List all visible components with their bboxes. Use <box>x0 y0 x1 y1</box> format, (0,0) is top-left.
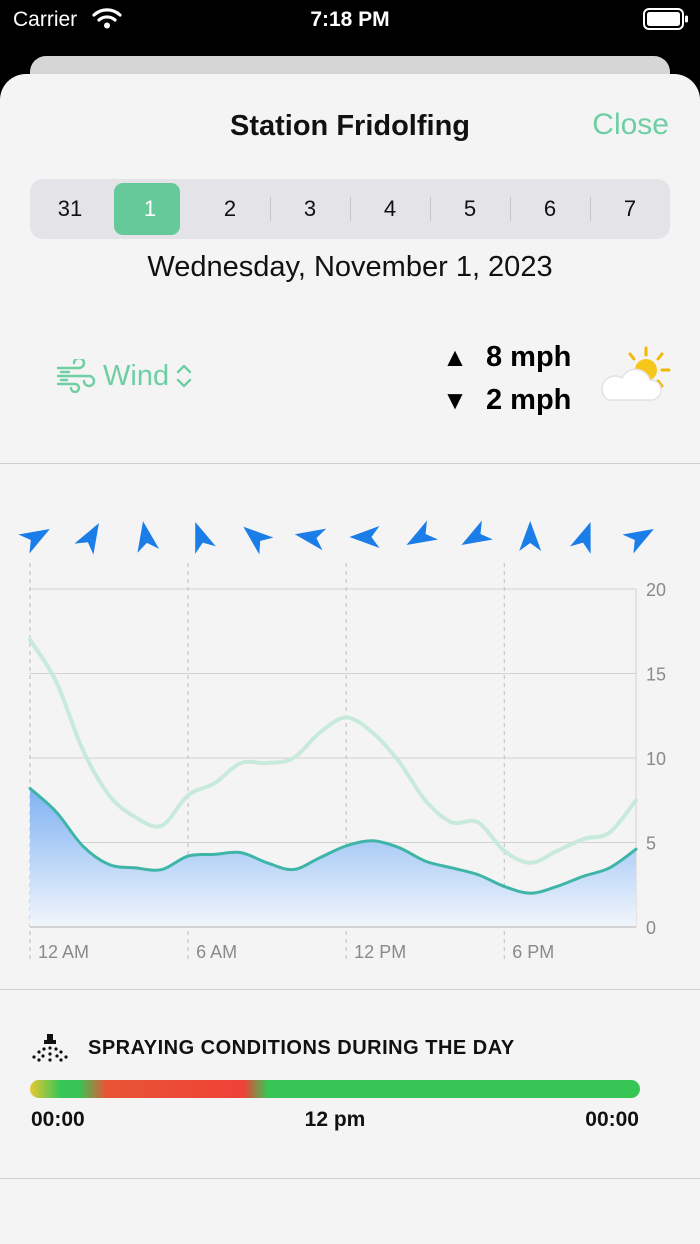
day-segmented-control: 31 1 2 3 4 5 6 7 <box>30 179 670 239</box>
triangle-up-icon: ▲ <box>442 342 468 372</box>
max-speed-label: 8 mph <box>486 341 572 373</box>
max-speed-row: ▲ 8 mph <box>440 336 571 379</box>
day-segment-31[interactable]: 31 <box>30 179 110 239</box>
battery-icon <box>643 8 689 30</box>
x-tick-label: 6 PM <box>512 942 554 962</box>
close-button[interactable]: Close <box>592 108 669 142</box>
divider <box>0 1178 700 1179</box>
day-segment-label: 3 <box>303 196 317 221</box>
wind-direction-arrow <box>195 521 216 554</box>
x-tick-label: 12 PM <box>354 942 406 962</box>
wind-direction-arrow <box>74 523 99 555</box>
day-segment-3[interactable]: 3 <box>270 179 350 239</box>
wind-direction-arrow <box>461 520 493 545</box>
day-segment-6[interactable]: 6 <box>510 179 590 239</box>
status-bar: Carrier 7:18 PM <box>0 0 700 40</box>
wind-direction-arrow <box>519 521 542 551</box>
day-segment-7[interactable]: 7 <box>590 179 670 239</box>
wind-direction-arrow <box>137 521 160 553</box>
spraying-title: SPRAYING CONDITIONS DURING THE DAY <box>88 1037 515 1059</box>
wind-direction-arrow <box>349 526 380 548</box>
divider <box>0 989 700 990</box>
y-tick-label: 20 <box>646 580 666 600</box>
y-tick-label: 5 <box>646 834 656 854</box>
day-segment-label: 4 <box>383 196 397 221</box>
wind-speed-chart: 0 5 10 15 20 12 AM 6 AM 12 PM 6 PM <box>28 561 666 962</box>
y-tick-label: 0 <box>646 918 656 938</box>
wind-direction-row <box>18 520 654 555</box>
sprayer-icon <box>30 1032 70 1067</box>
metric-selector[interactable]: Wind <box>55 359 193 393</box>
wind-direction-arrow <box>294 528 327 551</box>
wind-speed-summary: ▲ 8 mph ▼ 2 mph <box>440 336 571 422</box>
day-segment-1[interactable]: 1 <box>110 179 190 239</box>
day-segment-label: 6 <box>543 196 557 221</box>
day-segment-label: 7 <box>623 196 637 221</box>
wind-direction-arrow <box>243 526 274 555</box>
y-tick-label: 10 <box>646 749 666 769</box>
triangle-down-icon: ▼ <box>442 385 468 415</box>
day-segment-label: 5 <box>463 196 477 221</box>
min-speed-label: 2 mph <box>486 384 572 416</box>
x-tick-label: 12 AM <box>38 942 89 962</box>
partly-cloudy-icon <box>594 344 674 411</box>
day-segment-label: 2 <box>223 196 237 221</box>
date-label: Wednesday, November 1, 2023 <box>147 251 553 283</box>
wind-direction-arrow <box>18 529 50 554</box>
day-segment-label: 31 <box>57 196 83 221</box>
day-segment-label: 1 <box>143 196 157 221</box>
day-segment-2[interactable]: 2 <box>190 179 270 239</box>
metric-label: Wind <box>103 359 170 392</box>
wind-direction-arrow <box>622 529 654 554</box>
day-segment-4[interactable]: 4 <box>350 179 430 239</box>
station-sheet: Station Fridolfing Close 31 1 2 3 4 5 6 7 Wedne… <box>0 74 700 1244</box>
wind-direction-arrow <box>569 521 591 554</box>
x-tick-label: 6 AM <box>196 942 237 962</box>
wind-direction-arrow <box>406 520 438 545</box>
y-tick-label: 15 <box>646 665 666 685</box>
spraying-conditions-bar <box>30 1080 640 1098</box>
wind-icon <box>55 359 101 393</box>
clock-label: 7:18 PM <box>310 8 390 31</box>
spray-end-label: 00:00 <box>585 1108 639 1131</box>
min-speed-row: ▼ 2 mph <box>440 379 571 422</box>
spray-mid-label: 12 pm <box>304 1108 366 1131</box>
divider <box>0 463 700 464</box>
day-segment-5[interactable]: 5 <box>430 179 510 239</box>
chevron-up-down-icon <box>175 362 193 390</box>
